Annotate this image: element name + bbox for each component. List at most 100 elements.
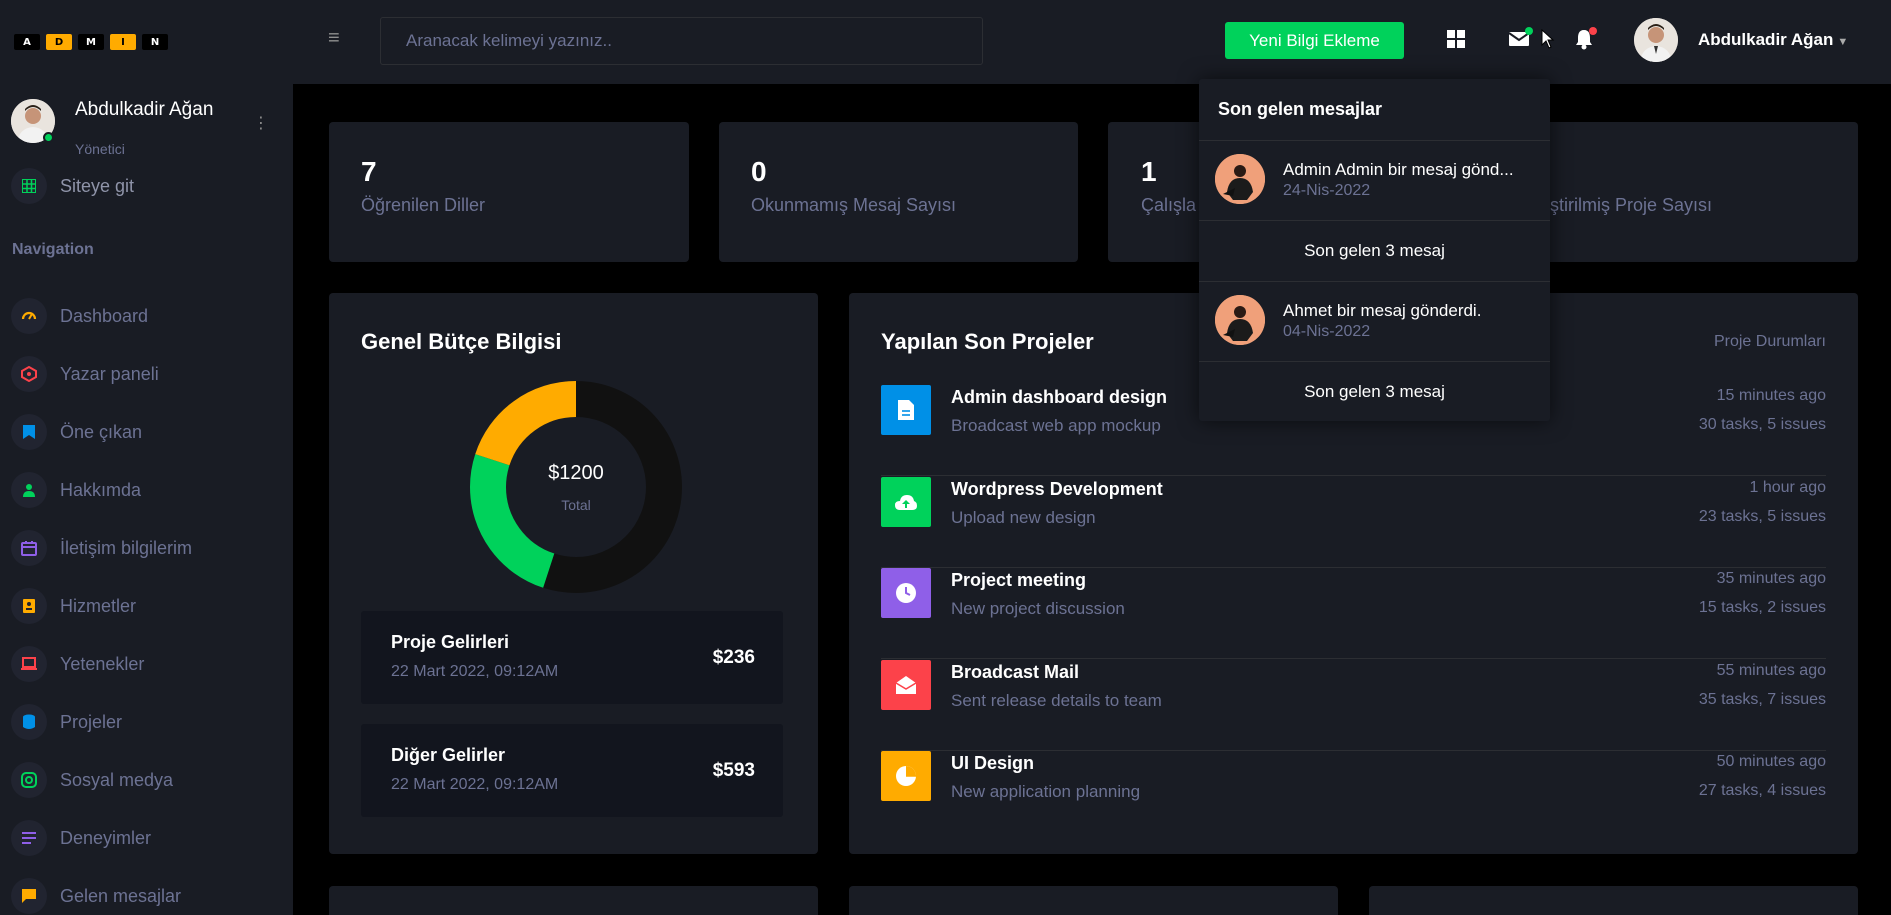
dropdown-title: Son gelen mesajlar <box>1218 99 1383 119</box>
site-link[interactable]: Siteye git <box>11 168 134 204</box>
brand-logo[interactable]: A D M I N <box>14 33 168 51</box>
speedometer-icon <box>11 298 47 334</box>
recent-messages-link[interactable]: Son gelen 3 mesaj <box>1199 221 1550 281</box>
more-options-icon[interactable]: ⋮ <box>253 116 269 132</box>
message-text: Ahmet bir mesaj gönderdi. <box>1283 301 1482 320</box>
mail-open-icon <box>881 659 931 710</box>
sidebar-item-label: Projeler <box>60 711 123 732</box>
stat-card: eliştirilmiş Proje Sayısı <box>1497 122 1858 262</box>
project-stats: 30 tasks, 5 issues <box>1698 416 1826 433</box>
mail-status-dot <box>1525 27 1533 35</box>
budget-item-date: 22 Mart 2022, 09:12AM <box>391 776 559 793</box>
sidebar-item-yetenekler[interactable]: Yetenekler <box>11 646 144 682</box>
project-time: 15 minutes ago <box>1716 387 1826 404</box>
sidebar-item-hakkımda[interactable]: Hakkımda <box>11 472 141 508</box>
stat-value: 1 <box>1141 156 1157 187</box>
project-title: Broadcast Mail <box>951 661 1080 682</box>
stat-label: Okunmamış Mesaj Sayısı <box>751 195 957 215</box>
bell-icon[interactable] <box>1571 26 1597 52</box>
project-row[interactable]: UI Design New application planning 50 minu… <box>881 751 1826 842</box>
bookmark-icon <box>11 414 47 450</box>
calendar-icon <box>11 530 47 566</box>
file-icon <box>881 385 931 435</box>
logo-letter: D <box>46 34 72 50</box>
sidebar-item-gelen-mesajlar[interactable]: Gelen mesajlar <box>11 878 181 914</box>
user-name: Abdulkadir Ağan ▼ <box>1698 30 1849 49</box>
message-date: 04-Nis-2022 <box>1283 323 1371 340</box>
budget-item: Proje Gelirleri 22 Mart 2022, 09:12AM $2… <box>361 611 783 704</box>
avatar <box>1215 154 1265 204</box>
project-time: 35 minutes ago <box>1716 570 1826 587</box>
sidebar-item-i-letişim-bilgilerim[interactable]: İletişim bilgilerim <box>11 530 192 566</box>
budget-card: Genel Bütçe Bilgisi $1200 Total Proje Ge… <box>329 293 818 854</box>
stat-label: eliştirilmiş Proje Sayısı <box>1532 195 1713 215</box>
project-status-link[interactable]: Proje Durumları <box>1714 333 1826 351</box>
person-icon <box>11 472 47 508</box>
budget-item: Diğer Gelirler 22 Mart 2022, 09:12AM $59… <box>361 724 783 817</box>
project-description: Broadcast web app mockup <box>951 416 1161 435</box>
stat-label: Çalışla <box>1141 195 1197 215</box>
logo-letter: I <box>110 34 136 50</box>
sidebar-item-yazar-paneli[interactable]: Yazar paneli <box>11 356 159 392</box>
sidebar-item-label: Sosyal medya <box>60 769 174 790</box>
logo-letter: A <box>14 34 40 50</box>
message-item[interactable]: Admin Admin bir mesaj gönd... 24-Nis-202… <box>1199 141 1550 220</box>
sidebar-item-label: Gelen mesajlar <box>60 885 182 906</box>
mouse-cursor-icon <box>1541 29 1555 49</box>
recent-messages-link[interactable]: Son gelen 3 mesaj <box>1199 362 1550 422</box>
instagram-icon <box>11 762 47 798</box>
nav-heading: Navigation <box>12 241 94 258</box>
sidebar-item-label: İletişim bilgilerim <box>60 537 193 558</box>
project-time: 55 minutes ago <box>1716 661 1826 679</box>
clock-icon <box>881 568 931 618</box>
menu-toggle-icon[interactable]: ≡ <box>328 28 346 48</box>
project-description: Upload new design <box>951 507 1096 527</box>
notification-dot <box>1589 27 1597 35</box>
badge-icon <box>11 588 47 624</box>
chart-pie-icon <box>881 751 931 801</box>
sidebar-item-label: Hakkımda <box>60 479 142 500</box>
add-info-button[interactable]: Yeni Bilgi Ekleme <box>1225 22 1404 59</box>
logo-letter: N <box>142 34 168 50</box>
donut-total-amount: $1200 <box>548 461 604 484</box>
project-title: UI Design <box>951 753 1035 773</box>
donut-chart: $1200 Total <box>466 377 686 597</box>
project-title: Project meeting <box>951 570 1087 590</box>
message-text: Admin Admin bir mesaj gönd... <box>1283 160 1514 179</box>
avatar <box>1634 18 1678 62</box>
list-icon <box>11 820 47 856</box>
project-row[interactable]: Broadcast Mail Sent release details to te… <box>881 659 1826 751</box>
budget-item-date: 22 Mart 2022, 09:12AM <box>391 663 559 680</box>
project-time: 1 hour ago <box>1749 478 1826 496</box>
apps-grid-icon[interactable] <box>1443 26 1469 52</box>
sidebar-item-hizmetler[interactable]: Hizmetler <box>11 588 136 624</box>
bottom-card <box>329 886 818 915</box>
sidebar-item-label: Deneyimler <box>60 827 152 848</box>
project-row[interactable]: Wordpress Development Upload new design 1 … <box>881 476 1826 568</box>
sidebar-item-label: Dashboard <box>60 305 149 326</box>
message-item[interactable]: Ahmet bir mesaj gönderdi. 04-Nis-2022 <box>1199 282 1550 361</box>
top-navbar: A D M I N ≡ Yeni Bilgi Ekleme Abdulkadir… <box>0 0 1891 84</box>
sidebar-item-öne-çıkan[interactable]: Öne çıkan <box>11 414 142 450</box>
search-input[interactable] <box>380 17 983 65</box>
project-description: New project discussion <box>951 599 1125 618</box>
budget-item-title: Diğer Gelirler <box>391 745 506 765</box>
sidebar-item-sosyal-medya[interactable]: Sosyal medya <box>11 762 173 798</box>
chevron-down-icon: ▼ <box>1837 36 1849 48</box>
stat-card: 7 Öğrenilen Diller <box>329 122 689 262</box>
cloud-upload-icon <box>881 476 931 527</box>
project-stats: 23 tasks, 5 issues <box>1698 507 1826 525</box>
project-row[interactable]: Project meeting New project discussion 35 … <box>881 568 1826 659</box>
sidebar-item-dashboard[interactable]: Dashboard <box>11 298 148 334</box>
bottom-card <box>1369 886 1858 915</box>
project-stats: 35 tasks, 7 issues <box>1698 690 1826 708</box>
user-menu[interactable]: Abdulkadir Ağan ▼ <box>1634 18 1848 62</box>
budget-item-title: Proje Gelirleri <box>391 632 510 652</box>
sidebar-item-deneyimler[interactable]: Deneyimler <box>11 820 151 856</box>
sidebar-item-projeler[interactable]: Projeler <box>11 704 122 740</box>
playlist-icon <box>11 356 47 392</box>
online-status-dot <box>43 132 54 143</box>
site-link-label: Siteye git <box>60 175 135 196</box>
bottom-card <box>849 886 1338 915</box>
mail-icon[interactable] <box>1506 26 1533 52</box>
